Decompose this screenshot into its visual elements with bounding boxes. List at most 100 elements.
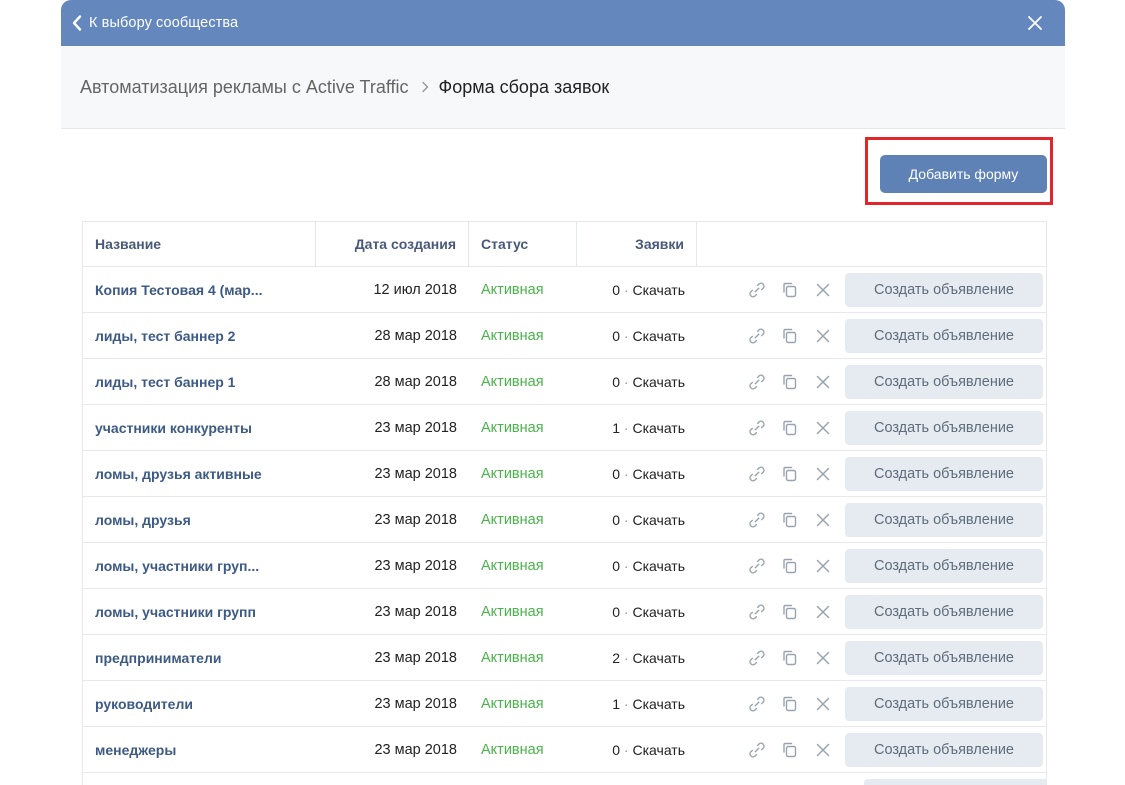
download-link[interactable]: Скачать — [633, 650, 686, 666]
copy-icon[interactable] — [780, 602, 800, 622]
copy-icon[interactable] — [780, 648, 800, 668]
create-ad-button[interactable]: Создать объявление — [845, 410, 1043, 445]
header-date[interactable]: Дата создания — [316, 222, 469, 266]
download-link[interactable]: Скачать — [633, 558, 686, 574]
create-ad-button[interactable]: Создать объявление — [845, 364, 1043, 399]
link-icon[interactable] — [747, 602, 767, 622]
form-name-link[interactable]: участники конкуренты — [83, 420, 316, 436]
form-name-link[interactable]: предприниматели — [83, 650, 316, 666]
delete-icon[interactable] — [813, 740, 833, 760]
link-icon[interactable] — [747, 510, 767, 530]
leads-cell: 0 · Скачать — [577, 374, 697, 390]
breadcrumb-parent-link[interactable]: Автоматизация рекламы с Active Traffic — [80, 77, 409, 98]
copy-icon[interactable] — [780, 280, 800, 300]
chevron-left-icon — [72, 15, 82, 31]
link-icon[interactable] — [747, 648, 767, 668]
create-ad-button[interactable]: Создать объявление — [845, 502, 1043, 537]
download-link[interactable]: Скачать — [633, 420, 686, 436]
leads-count: 2 — [612, 649, 621, 666]
create-ad-button[interactable]: Создать объявление — [845, 594, 1043, 629]
leads-separator: · — [620, 327, 633, 344]
form-name-link[interactable]: руководители — [83, 696, 316, 712]
back-to-community-link[interactable]: К выбору сообщества — [71, 15, 238, 31]
create-ad-button[interactable]: Создать объявление — [845, 640, 1043, 675]
delete-icon[interactable] — [813, 694, 833, 714]
create-ad-button[interactable]: Создать объявление — [845, 456, 1043, 491]
link-icon[interactable] — [747, 694, 767, 714]
form-name-link[interactable]: менеджеры — [83, 742, 316, 758]
leads-cell: 2 · Скачать — [577, 650, 697, 666]
table-row: Копия Тестовая 4 (мар... 12 июл 2018 Актив… — [83, 267, 1046, 313]
forms-modal: К выбору сообщества Автоматизация реклам… — [61, 0, 1065, 785]
delete-icon[interactable] — [813, 648, 833, 668]
delete-icon[interactable] — [813, 464, 833, 484]
download-link[interactable]: Скачать — [633, 512, 686, 528]
create-ad-button[interactable]: Создать объявление — [845, 318, 1043, 353]
form-name-link[interactable]: ломы, участники групп — [83, 604, 316, 620]
delete-icon[interactable] — [813, 510, 833, 530]
copy-icon[interactable] — [780, 740, 800, 760]
row-icon-group — [747, 648, 845, 668]
download-link[interactable]: Скачать — [633, 282, 686, 298]
copy-icon[interactable] — [780, 418, 800, 438]
delete-icon[interactable] — [813, 280, 833, 300]
creation-date: 23 мар 2018 — [374, 741, 457, 758]
create-ad-button[interactable]: Создать объявление — [845, 272, 1043, 307]
status-badge: Активная — [481, 373, 544, 390]
link-icon[interactable] — [747, 280, 767, 300]
create-ad-button-partial[interactable] — [864, 779, 1046, 785]
link-icon[interactable] — [747, 418, 767, 438]
leads-separator: · — [620, 373, 633, 390]
link-icon[interactable] — [747, 326, 767, 346]
copy-icon[interactable] — [780, 556, 800, 576]
copy-icon[interactable] — [780, 510, 800, 530]
row-actions: Создать объявление — [697, 405, 1046, 450]
download-link[interactable]: Скачать — [633, 696, 686, 712]
link-icon[interactable] — [747, 556, 767, 576]
delete-icon[interactable] — [813, 602, 833, 622]
row-icon-group — [747, 464, 845, 484]
row-icon-group — [747, 326, 845, 346]
download-link[interactable]: Скачать — [633, 328, 686, 344]
create-ad-button[interactable]: Создать объявление — [845, 686, 1043, 721]
creation-date: 28 мар 2018 — [374, 373, 457, 390]
copy-icon[interactable] — [780, 372, 800, 392]
table-row: лиды, тест баннер 2 28 мар 2018 Активная 0 … — [83, 313, 1046, 359]
download-link[interactable]: Скачать — [633, 466, 686, 482]
form-name-link[interactable]: лиды, тест баннер 2 — [83, 328, 316, 344]
download-link[interactable]: Скачать — [633, 742, 686, 758]
link-icon[interactable] — [747, 740, 767, 760]
link-icon[interactable] — [747, 372, 767, 392]
leads-cell: 1 · Скачать — [577, 420, 697, 436]
form-name-link[interactable]: ломы, друзья — [83, 512, 316, 528]
row-actions: Создать объявление — [697, 313, 1046, 358]
download-link[interactable]: Скачать — [633, 604, 686, 620]
copy-icon[interactable] — [780, 694, 800, 714]
create-ad-button[interactable]: Создать объявление — [845, 548, 1043, 583]
delete-icon[interactable] — [813, 418, 833, 438]
creation-date: 23 мар 2018 — [374, 419, 457, 436]
delete-icon[interactable] — [813, 372, 833, 392]
form-name-link[interactable]: Копия Тестовая 4 (мар... — [83, 282, 316, 298]
row-icon-group — [747, 694, 845, 714]
header-status[interactable]: Статус — [469, 222, 577, 266]
form-name-link[interactable]: ломы, участники груп... — [83, 558, 316, 574]
header-name[interactable]: Название — [83, 222, 316, 266]
copy-icon[interactable] — [780, 464, 800, 484]
chevron-right-icon — [421, 81, 428, 93]
row-icon-group — [747, 280, 845, 300]
create-ad-button[interactable]: Создать объявление — [845, 732, 1043, 767]
copy-icon[interactable] — [780, 326, 800, 346]
close-icon[interactable] — [1027, 15, 1043, 31]
link-icon[interactable] — [747, 464, 767, 484]
delete-icon[interactable] — [813, 326, 833, 346]
back-label: К выбору сообщества — [89, 15, 239, 31]
leads-separator: · — [620, 419, 633, 436]
add-form-button[interactable]: Добавить форму — [880, 155, 1047, 193]
delete-icon[interactable] — [813, 556, 833, 576]
form-name-link[interactable]: ломы, друзья активные — [83, 466, 316, 482]
creation-date: 23 мар 2018 — [374, 649, 457, 666]
header-leads[interactable]: Заявки — [577, 222, 697, 266]
form-name-link[interactable]: лиды, тест баннер 1 — [83, 374, 316, 390]
download-link[interactable]: Скачать — [633, 374, 686, 390]
